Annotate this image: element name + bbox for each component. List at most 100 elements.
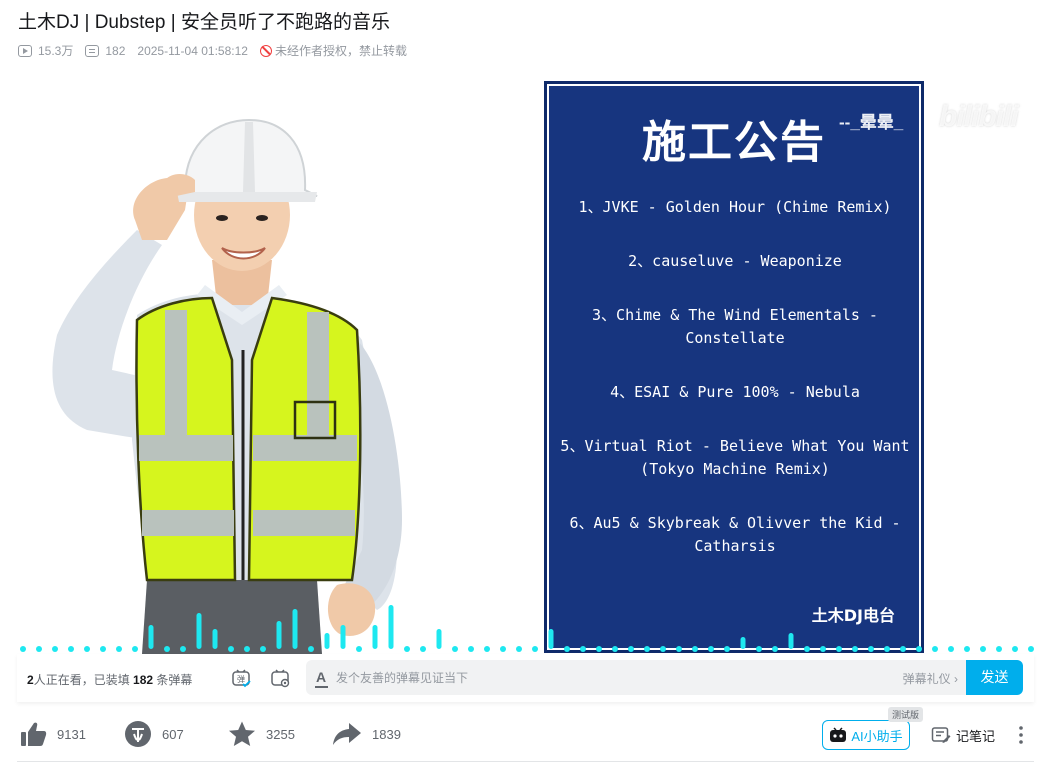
visualizer-dot <box>756 646 762 652</box>
visualizer-dot <box>468 646 474 652</box>
copyright-text: 未经作者授权，禁止转载 <box>274 44 407 58</box>
audio-visualizer <box>20 605 1034 652</box>
visualizer-bar <box>292 609 298 649</box>
visualizer-dot <box>580 646 586 652</box>
visualizer-dot <box>676 646 682 652</box>
visualizer-dot <box>228 646 234 652</box>
share-button[interactable]: 1839 <box>332 718 401 750</box>
visualizer-bar <box>276 621 282 649</box>
coin-button[interactable]: 607 <box>124 718 184 750</box>
danmaku-settings-icon[interactable] <box>270 668 290 688</box>
visualizer-bar <box>148 625 154 649</box>
visualizer-dot <box>692 646 698 652</box>
visualizer-dot <box>612 646 618 652</box>
share-count: 1839 <box>372 726 401 742</box>
visualizer-dot <box>996 646 1002 652</box>
like-icon <box>21 722 47 746</box>
visualizer-dot <box>260 646 266 652</box>
visualizer-bar <box>196 613 202 649</box>
online-count: 2 <box>27 673 34 687</box>
visualizer-bar <box>548 629 554 649</box>
visualizer-dot <box>884 646 890 652</box>
danmaku-input[interactable] <box>336 660 856 695</box>
visualizer-dot <box>132 646 138 652</box>
ai-assistant-label: AI小助手 <box>851 728 903 744</box>
visualizer-dot <box>84 646 90 652</box>
visualizer-dot <box>532 646 538 652</box>
coin-icon <box>125 721 151 747</box>
like-button[interactable]: 9131 <box>19 718 86 750</box>
visualizer-dot <box>516 646 522 652</box>
visualizer-dot <box>1012 646 1018 652</box>
danmaku-etiquette-link[interactable]: 弹幕礼仪 › <box>903 670 958 687</box>
visualizer-dot <box>820 646 826 652</box>
note-icon <box>931 727 951 743</box>
visualizer-bar <box>788 633 794 649</box>
svg-text:弹: 弹 <box>237 674 245 684</box>
online-text: 人正在看，已装填 <box>33 673 134 687</box>
visualizer-bar <box>388 605 394 649</box>
visualizer-dot <box>356 646 362 652</box>
more-icon[interactable] <box>1013 722 1029 748</box>
visualizer-dot <box>244 646 250 652</box>
favorite-count: 3255 <box>266 726 295 742</box>
divider <box>17 761 1034 762</box>
video-player[interactable]: 施工公告 1、JVKE - Golden Hour (Chime Remix) … <box>17 80 1034 654</box>
visualizer-dot <box>564 646 570 652</box>
visualizer-dot <box>804 646 810 652</box>
play-count-icon <box>18 44 32 57</box>
view-count-value: 15.3万 <box>38 44 74 58</box>
send-danmaku-button[interactable]: 发送 <box>966 660 1023 695</box>
visualizer-dot <box>644 646 650 652</box>
take-note-label: 记笔记 <box>956 728 996 744</box>
loaded-danmaku-count: 182 <box>133 673 154 687</box>
video-meta: 15.3万 182 2025-11-04 01:58:12 未经作者授权，禁止转… <box>18 42 419 59</box>
danmaku-count: 182 <box>85 44 125 58</box>
action-toolbar: 9131 607 3255 1839 AI小助手 测试版 记笔记 <box>17 707 1034 758</box>
visualizer-dot <box>772 646 778 652</box>
favorite-icon <box>229 721 255 746</box>
visualizer-dot <box>452 646 458 652</box>
visualizer-bar <box>436 629 442 649</box>
visualizer-dot <box>596 646 602 652</box>
visualizer-dot <box>500 646 506 652</box>
copyright-notice: 未经作者授权，禁止转载 <box>259 42 407 59</box>
danmaku-toggle-icon[interactable]: 弹 <box>231 668 251 688</box>
visualizer-dot <box>852 646 858 652</box>
favorite-button[interactable]: 3255 <box>228 718 295 750</box>
visualizer-dot <box>948 646 954 652</box>
no-repost-icon <box>259 44 272 57</box>
visualizer-dot <box>900 646 906 652</box>
visualizer-dot <box>68 646 74 652</box>
visualizer-dot <box>868 646 874 652</box>
ai-robot-icon <box>830 727 847 742</box>
visualizer-dot <box>404 646 410 652</box>
visualizer-dot <box>708 646 714 652</box>
visualizer-dot <box>116 646 122 652</box>
visualizer-dot <box>308 646 314 652</box>
danmaku-bar: 2人正在看，已装填 182 条弹幕 弹 A 弹幕礼仪 › 发送 <box>17 654 1034 702</box>
like-count: 9131 <box>57 726 86 742</box>
view-count: 15.3万 <box>18 42 73 59</box>
visualizer-dot <box>964 646 970 652</box>
beta-badge: 测试版 <box>888 707 924 722</box>
share-icon <box>333 723 361 745</box>
take-note-button[interactable]: 记笔记 <box>931 720 995 750</box>
visualizer-dot <box>484 646 490 652</box>
danmaku-input-box[interactable]: A 弹幕礼仪 › <box>306 660 966 695</box>
visualizer-dot <box>932 646 938 652</box>
online-status: 2人正在看，已装填 182 条弹幕 <box>27 671 192 688</box>
visualizer-dot <box>20 646 26 652</box>
visualizer-dot <box>1028 646 1034 652</box>
visualizer-bar <box>340 625 346 649</box>
coin-count: 607 <box>162 726 184 742</box>
ai-assistant-button[interactable]: AI小助手 <box>822 720 910 750</box>
visualizer-dot <box>52 646 58 652</box>
visualizer-dot <box>980 646 986 652</box>
visualizer-dot <box>180 646 186 652</box>
visualizer-dot <box>36 646 42 652</box>
text-style-icon[interactable]: A <box>314 669 329 688</box>
visualizer-dot <box>100 646 106 652</box>
visualizer-bar <box>212 629 218 649</box>
loaded-text: 条弹幕 <box>153 673 193 687</box>
